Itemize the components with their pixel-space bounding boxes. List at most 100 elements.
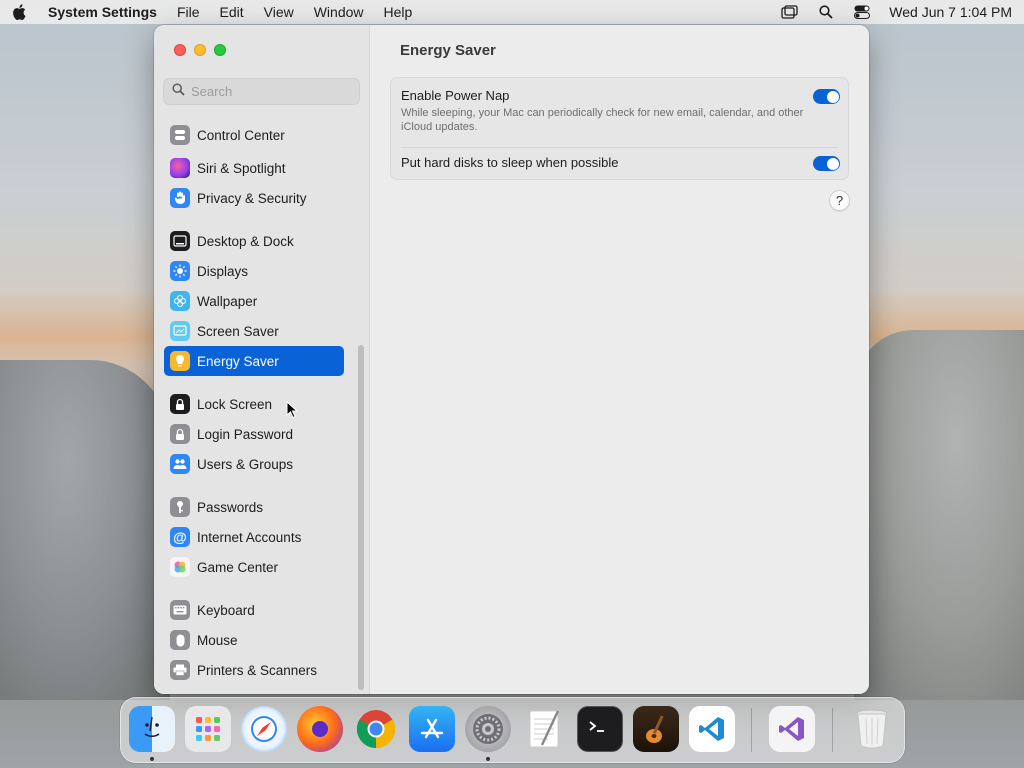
lock-icon <box>170 394 190 414</box>
minimize-button[interactable] <box>194 44 206 56</box>
menu-view[interactable]: View <box>264 4 294 20</box>
sidebar-item-label: Lock Screen <box>197 396 273 412</box>
wallpaper-rock-right <box>854 330 1024 700</box>
game-center-icon <box>170 557 190 577</box>
zoom-button[interactable] <box>214 44 226 56</box>
sidebar-item-users-groups[interactable]: Users & Groups <box>164 449 344 479</box>
dock <box>120 697 905 763</box>
mouse-cursor-icon <box>286 400 299 424</box>
control-center-menu-icon[interactable] <box>853 4 871 20</box>
settings-group: Enable Power Nap While sleeping, your Ma… <box>390 77 849 180</box>
padlock-icon <box>170 424 190 444</box>
keyboard-icon <box>170 600 190 620</box>
safari-icon[interactable] <box>241 706 287 752</box>
system-settings-icon[interactable] <box>465 706 511 752</box>
menu-help[interactable]: Help <box>384 4 413 20</box>
finder-running-indicator <box>150 757 154 761</box>
spotlight-search-icon[interactable] <box>817 4 835 20</box>
sidebar-item-label: Siri & Spotlight <box>197 160 286 176</box>
sidebar-item-privacy-security[interactable]: Privacy & Security <box>164 183 344 213</box>
power-nap-toggle[interactable] <box>813 89 840 104</box>
sidebar-item-label: Login Password <box>197 426 294 442</box>
power-nap-row: Enable Power Nap While sleeping, your Ma… <box>401 88 811 134</box>
dock-icon <box>170 231 190 251</box>
dock-separator <box>751 708 752 752</box>
search-icon <box>172 82 185 101</box>
menu-edit[interactable]: Edit <box>220 4 244 20</box>
sidebar-item-control-center[interactable]: Control Center <box>164 123 344 147</box>
sidebar-item-energy-saver[interactable]: Energy Saver <box>164 346 344 376</box>
users-icon <box>170 454 190 474</box>
chrome-icon[interactable] <box>353 706 399 752</box>
app-store-icon[interactable] <box>409 706 455 752</box>
flower-icon <box>170 291 190 311</box>
close-button[interactable] <box>174 44 186 56</box>
disk-sleep-label: Put hard disks to sleep when possible <box>401 155 619 170</box>
sidebar-item-siri-spotlight[interactable]: Siri & Spotlight <box>164 153 344 183</box>
sidebar: Control Center Siri & Spotlight Privacy … <box>154 25 370 694</box>
apple-icon[interactable] <box>12 4 28 20</box>
power-nap-description: While sleeping, your Mac can periodicall… <box>401 107 804 133</box>
sidebar-item-label: Mouse <box>197 632 238 648</box>
sidebar-item-passwords[interactable]: Passwords <box>164 492 344 522</box>
sidebar-item-login-password[interactable]: Login Password <box>164 419 344 449</box>
sidebar-item-label: Screen Saver <box>197 323 279 339</box>
sidebar-item-label: Energy Saver <box>197 353 279 369</box>
help-button[interactable]: ? <box>829 190 850 211</box>
sidebar-item-label: Printers & Scanners <box>197 662 318 678</box>
sidebar-item-label: Game Center <box>197 559 279 575</box>
sidebar-item-internet-accounts[interactable]: @ Internet Accounts <box>164 522 344 552</box>
screen-mirroring-icon[interactable] <box>781 4 799 20</box>
sidebar-item-label: Displays <box>197 263 249 279</box>
siri-icon <box>170 158 190 178</box>
sidebar-item-mouse[interactable]: Mouse <box>164 625 344 655</box>
sidebar-item-printers-scanners[interactable]: Printers & Scanners <box>164 655 344 685</box>
sidebar-item-screen-saver[interactable]: Screen Saver <box>164 316 344 346</box>
firefox-icon[interactable] <box>297 706 343 752</box>
content-pane: Energy Saver Enable Power Nap While slee… <box>371 25 869 694</box>
textedit-icon[interactable] <box>521 706 567 752</box>
system-settings-running-indicator <box>486 757 490 761</box>
printer-icon <box>170 660 190 680</box>
visual-studio-icon[interactable] <box>769 706 815 752</box>
finder-icon[interactable] <box>129 706 175 752</box>
menu-app-name[interactable]: System Settings <box>48 4 157 20</box>
sidebar-item-label: Passwords <box>197 499 264 515</box>
sidebar-item-game-center[interactable]: Game Center <box>164 552 344 582</box>
sidebar-item-label: Control Center <box>197 127 285 143</box>
menu-clock[interactable]: Wed Jun 7 1:04 PM <box>889 4 1012 20</box>
at-icon: @ <box>170 527 190 547</box>
sidebar-item-label: Wallpaper <box>197 293 258 309</box>
dock-separator <box>832 708 833 752</box>
search-field[interactable] <box>163 78 360 105</box>
sun-icon <box>170 261 190 281</box>
hand-icon <box>170 188 190 208</box>
sidebar-item-desktop-dock[interactable]: Desktop & Dock <box>164 226 344 256</box>
power-nap-label: Enable Power Nap <box>401 88 510 103</box>
search-input[interactable] <box>191 84 351 99</box>
menu-file[interactable]: File <box>177 4 200 20</box>
sidebar-item-keyboard[interactable]: Keyboard <box>164 595 344 625</box>
page-title: Energy Saver <box>400 42 496 59</box>
window-controls <box>174 44 226 56</box>
launchpad-icon[interactable] <box>185 706 231 752</box>
menu-window[interactable]: Window <box>314 4 364 20</box>
sidebar-item-label: Keyboard <box>197 602 255 618</box>
disk-sleep-toggle[interactable] <box>813 156 840 171</box>
vscode-icon[interactable] <box>689 706 735 752</box>
bulb-icon <box>170 351 190 371</box>
wallpaper-rock-left <box>0 360 170 700</box>
sidebar-item-label: Desktop & Dock <box>197 233 294 249</box>
sidebar-item-wallpaper[interactable]: Wallpaper <box>164 286 344 316</box>
terminal-icon[interactable] <box>577 706 623 752</box>
sidebar-scrollbar[interactable] <box>358 345 364 690</box>
sidebar-item-label: Privacy & Security <box>197 190 307 206</box>
trash-icon[interactable] <box>849 706 895 752</box>
sidebar-item-displays[interactable]: Displays <box>164 256 344 286</box>
control-center-icon <box>170 125 190 145</box>
screen-saver-icon <box>170 321 190 341</box>
row-divider <box>401 147 838 148</box>
garageband-icon[interactable] <box>633 706 679 752</box>
sidebar-item-lock-screen[interactable]: Lock Screen <box>164 389 344 419</box>
mouse-icon <box>170 630 190 650</box>
